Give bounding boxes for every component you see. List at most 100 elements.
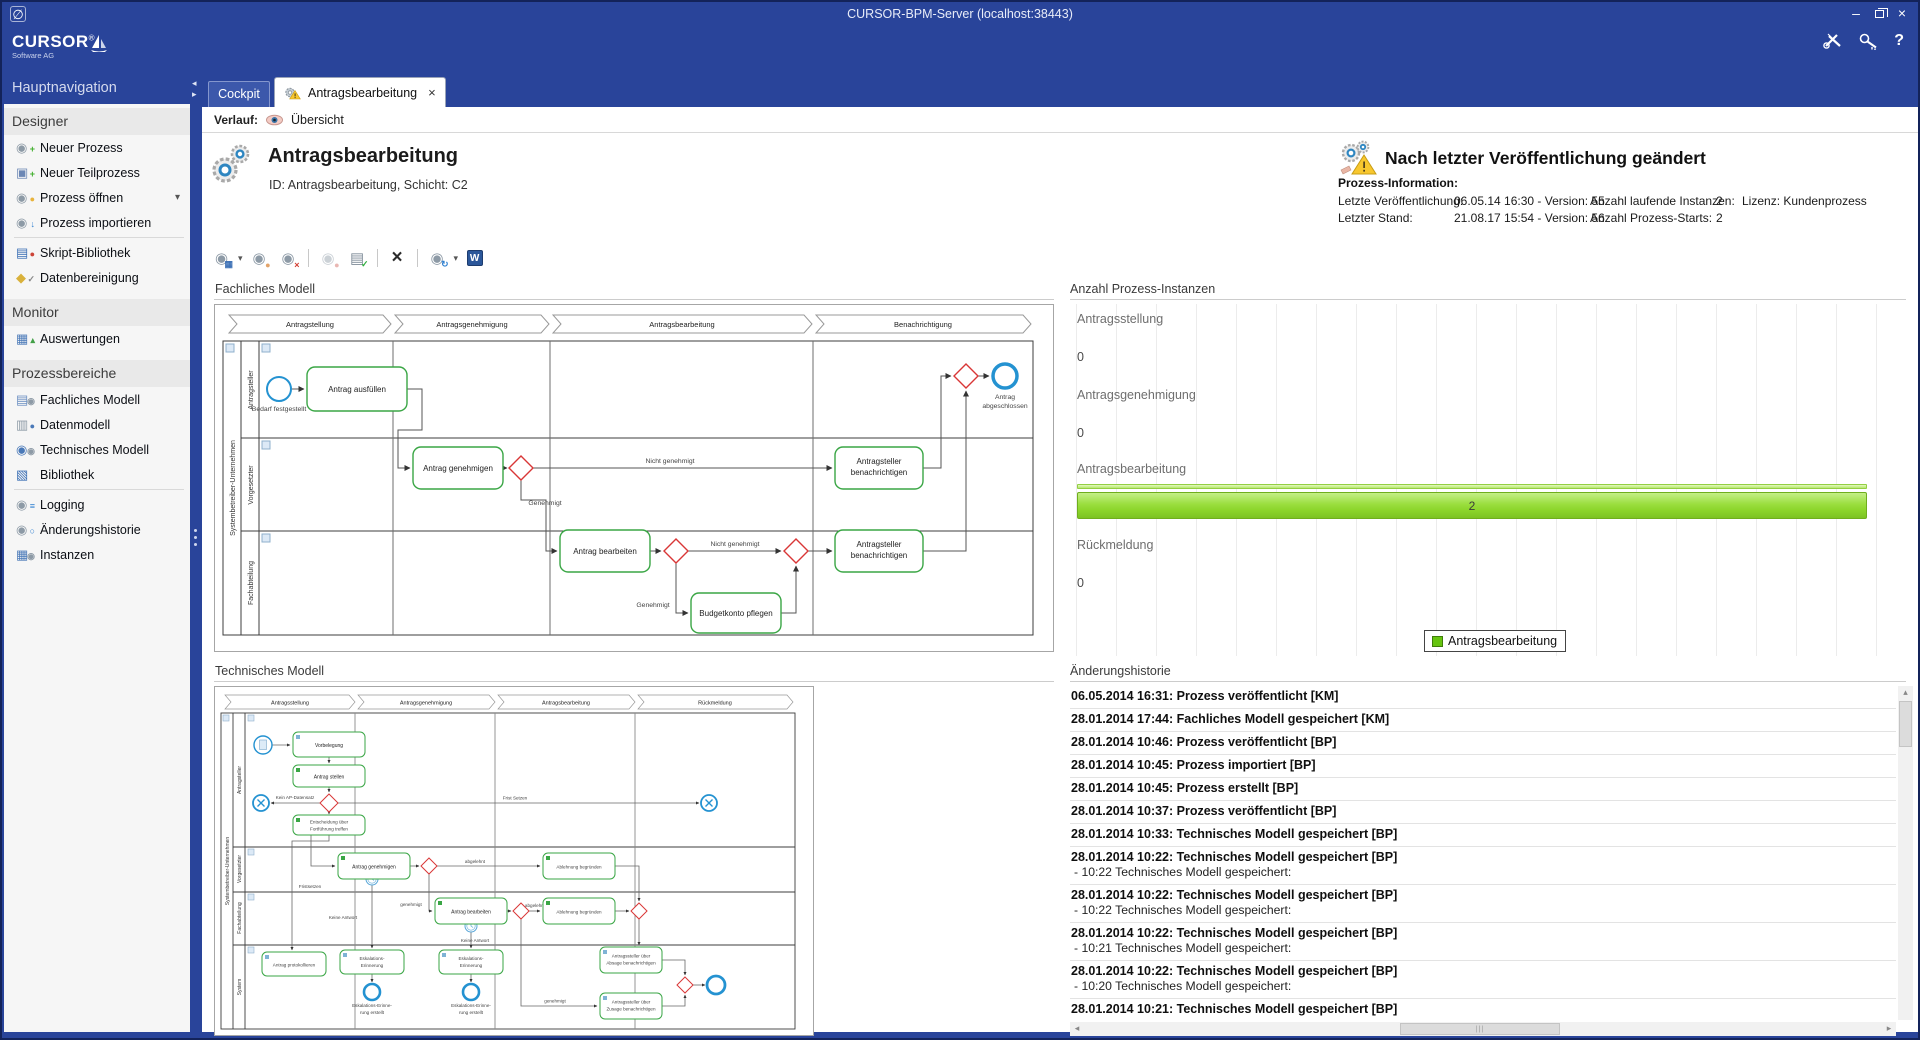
data-cleanup-icon: ◆✓ bbox=[16, 269, 34, 286]
sidebar-item-auswertungen[interactable]: ▦▴ Auswertungen bbox=[4, 326, 190, 351]
script-library-icon: ▤● bbox=[16, 244, 34, 261]
business-model-icon: ▤◉ bbox=[16, 391, 34, 408]
gateway[interactable] bbox=[954, 364, 978, 388]
sidebar-item-neuer-prozess[interactable]: ◉+ Neuer Prozess bbox=[4, 135, 190, 160]
task-label: Antrag stellen bbox=[314, 775, 345, 781]
splitter-grip[interactable] bbox=[194, 529, 197, 546]
restore-button[interactable] bbox=[1870, 5, 1890, 22]
edge-label: Kein AP-Datensatz bbox=[276, 795, 315, 800]
minimize-button[interactable]: – bbox=[1846, 5, 1866, 22]
lane-label: Fachabteilung bbox=[248, 561, 255, 605]
tab-antragsbearbeitung[interactable]: Antragsbearbeitung × bbox=[274, 77, 446, 107]
history-row[interactable]: 28.01.2014 10:22: Technisches Modell ges… bbox=[1070, 923, 1896, 961]
technical-model-diagram[interactable]: Antragsstellung Antragsgenehmigung Antra… bbox=[214, 686, 814, 1036]
sidebar-item-bibliothek[interactable]: ▧ Bibliothek bbox=[4, 462, 190, 487]
delete-process-button[interactable]: × bbox=[384, 246, 411, 270]
history-row[interactable]: 28.01.2014 10:33: Technisches Modell ges… bbox=[1070, 824, 1896, 847]
history-row[interactable]: 28.01.2014 10:37: Prozess veröffentlicht… bbox=[1070, 801, 1896, 824]
divider bbox=[202, 132, 1920, 133]
sidebar-item-technisches-modell[interactable]: ◉◉ Technisches Modell bbox=[4, 437, 190, 462]
publish-process-button[interactable]: ◉● bbox=[246, 246, 273, 270]
instances-bar[interactable]: 2 bbox=[1077, 492, 1867, 519]
toolbar-separator bbox=[308, 249, 309, 267]
sidebar-item-skript-bibliothek[interactable]: ▤● Skript-Bibliothek bbox=[4, 240, 190, 265]
end-event-label: Eskalations-Erinne- bbox=[451, 1003, 491, 1008]
business-model-diagram[interactable]: Antragstellung Antragsgenehmigung Antrag… bbox=[214, 304, 1054, 652]
history-row[interactable]: 28.01.2014 17:44: Fachliches Modell gesp… bbox=[1070, 709, 1896, 732]
sidebar-item-neuer-teilprozess[interactable]: ▣+ Neuer Teilprozess bbox=[4, 160, 190, 185]
sidebar-item-prozess-oeffnen[interactable]: ◉● Prozess öffnen ▾ bbox=[4, 185, 190, 210]
gateway[interactable] bbox=[677, 977, 693, 993]
task-entscheidung[interactable] bbox=[293, 815, 365, 835]
history-row[interactable]: 28.01.2014 10:45: Prozess importiert [BP… bbox=[1070, 755, 1896, 778]
history-entry: 28.01.2014 10:22: Technisches Modell ges… bbox=[1071, 850, 1896, 865]
republish-process-button[interactable]: ◉↻ bbox=[424, 246, 451, 270]
end-event-label: Antrag bbox=[995, 394, 1015, 401]
horizontal-scroll-thumb[interactable]: ||| bbox=[1400, 1023, 1560, 1035]
nav-section-prozessbereiche: Prozessbereiche bbox=[4, 360, 190, 387]
scroll-right-icon[interactable]: ▸ bbox=[1882, 1022, 1896, 1036]
close-button[interactable]: × bbox=[1892, 5, 1912, 22]
history-horizontal-scrollbar[interactable]: ◂ ||| ▸ bbox=[1070, 1022, 1896, 1036]
task-eskalations-erinnerung-2[interactable] bbox=[439, 950, 503, 974]
process-gears-icon bbox=[208, 140, 256, 188]
history-row[interactable]: 28.01.2014 10:45: Prozess erstellt [BP] bbox=[1070, 778, 1896, 801]
expand-sidebar-icon[interactable]: ▸ bbox=[192, 89, 197, 100]
collapse-sidebar-icon[interactable]: ◂ bbox=[192, 78, 197, 89]
save-dropdown-caret[interactable]: ▾ bbox=[238, 253, 243, 264]
gateway[interactable] bbox=[509, 456, 533, 480]
start-event[interactable] bbox=[267, 377, 291, 401]
sidebar-item-aenderungshistorie[interactable]: ◉○ Änderungshistorie bbox=[4, 517, 190, 542]
history-label: Verlauf: bbox=[214, 113, 258, 127]
validate-process-button[interactable]: ▤✓ bbox=[344, 246, 371, 270]
vertical-scroll-thumb[interactable] bbox=[1899, 701, 1912, 747]
word-export-button[interactable]: W bbox=[461, 246, 488, 270]
scroll-left-icon[interactable]: ◂ bbox=[1070, 1022, 1084, 1036]
history-row[interactable]: 28.01.2014 10:22: Technisches Modell ges… bbox=[1070, 885, 1896, 923]
error-end-event[interactable] bbox=[253, 795, 269, 811]
dropdown-caret-icon[interactable]: ▾ bbox=[175, 192, 180, 203]
save-process-button[interactable]: ◉▦ bbox=[208, 246, 235, 270]
history-row[interactable]: 28.01.2014 10:46: Prozess veröffentlicht… bbox=[1070, 732, 1896, 755]
gateway[interactable] bbox=[664, 539, 688, 563]
phase-label: Antragsgenehmigung bbox=[436, 320, 507, 329]
sidebar-item-datenbereinigung[interactable]: ◆✓ Datenbereinigung bbox=[4, 265, 190, 290]
task-label: Antrag bearbeiten bbox=[451, 910, 491, 916]
end-event-label: rung erstellt bbox=[459, 1010, 484, 1015]
restore-icon bbox=[1875, 10, 1884, 18]
retract-publication-button[interactable]: ◉× bbox=[275, 246, 302, 270]
history-entry: 28.01.2014 10:45: Prozess erstellt [BP] bbox=[1071, 781, 1896, 796]
lane-label: Fachabteilung bbox=[237, 902, 243, 934]
end-events[interactable] bbox=[364, 976, 725, 1000]
task-eskalations-erinnerung[interactable] bbox=[340, 950, 404, 974]
history-row[interactable]: 28.01.2014 10:22: Technisches Modell ges… bbox=[1070, 847, 1896, 885]
history-vertical-scrollbar[interactable]: ▴ bbox=[1898, 686, 1913, 1020]
tab-close-icon[interactable]: × bbox=[428, 85, 436, 100]
sidebar-item-label: Prozess importieren bbox=[40, 216, 151, 230]
history-row[interactable]: 28.01.2014 10:21: Technisches Modell ges… bbox=[1070, 999, 1896, 1020]
sidebar-item-instanzen[interactable]: ▦◉ Instanzen bbox=[4, 542, 190, 567]
sidebar-item-datenmodell[interactable]: ▥● Datenmodell bbox=[4, 412, 190, 437]
sidebar-item-fachliches-modell[interactable]: ▤◉ Fachliches Modell bbox=[4, 387, 190, 412]
gateway[interactable] bbox=[631, 903, 647, 919]
history-row[interactable]: 06.05.2014 16:31: Prozess veröffentlicht… bbox=[1070, 686, 1896, 709]
gateway[interactable] bbox=[784, 539, 808, 563]
pool-label: Systembetreiber-Unternehmen bbox=[225, 837, 231, 906]
gateway[interactable] bbox=[421, 858, 437, 874]
tools-icon[interactable] bbox=[1822, 32, 1844, 50]
sidebar-item-prozess-importieren[interactable]: ◉↓ Prozess importieren bbox=[4, 210, 190, 235]
breadcrumb-item-uebersicht[interactable]: Übersicht bbox=[291, 113, 344, 127]
history-entry-detail: - 10:20 Technisches Modell gespeichert: bbox=[1071, 979, 1896, 994]
end-event[interactable] bbox=[993, 364, 1017, 388]
help-icon[interactable]: ? bbox=[1894, 32, 1904, 50]
sidebar-splitter[interactable]: ◂ ▸ bbox=[190, 74, 202, 1032]
tab-cockpit[interactable]: Cockpit bbox=[208, 81, 270, 107]
deadline-end-event[interactable] bbox=[701, 795, 717, 811]
history-row[interactable]: 28.01.2014 10:22: Technisches Modell ges… bbox=[1070, 961, 1896, 999]
sidebar-item-logging[interactable]: ◉≡ Logging bbox=[4, 492, 190, 517]
main-navigation: Designer ◉+ Neuer Prozess ▣+ Neuer Teilp… bbox=[4, 104, 190, 1032]
scroll-up-icon[interactable]: ▴ bbox=[1898, 686, 1913, 700]
republish-dropdown-caret[interactable]: ▾ bbox=[454, 253, 459, 264]
gateway[interactable] bbox=[320, 794, 338, 812]
admin-key-icon[interactable] bbox=[1858, 32, 1880, 50]
